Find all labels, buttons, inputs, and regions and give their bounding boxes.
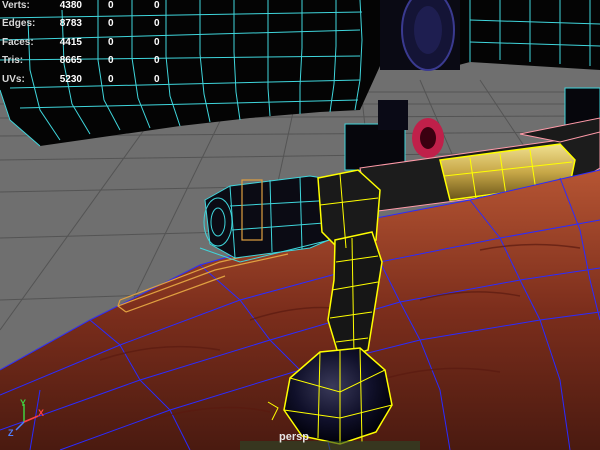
hud-label: Verts:: [2, 0, 30, 11]
3d-viewport[interactable]: Verts: 4380 0 0 Edges: 8783 0 0 Faces: 4…: [0, 0, 600, 450]
hud-row-uvs: UVs: 5230 0 0: [0, 74, 170, 88]
hud-value: 0: [154, 18, 160, 29]
hud-value: 8665: [59, 55, 82, 66]
hud-value: 0: [154, 55, 160, 66]
hud-label: Edges:: [2, 18, 36, 29]
hud-value: 0: [108, 18, 114, 29]
hud-value: 0: [154, 37, 160, 48]
hud-value: 4415: [59, 37, 82, 48]
hud-row-tris: Tris: 8665 0 0: [0, 55, 170, 69]
viewport-bottom-strip: [240, 441, 420, 450]
axis-label-z: Z: [8, 428, 14, 438]
z-axis-line: [15, 421, 25, 431]
hud-row-faces: Faces: 4415 0 0: [0, 37, 170, 51]
hud-value: 5230: [59, 74, 82, 85]
hud-row-edges: Edges: 8783 0 0: [0, 18, 170, 32]
hud-value: 0: [108, 37, 114, 48]
hud-value: 0: [108, 0, 114, 11]
hud-value: 8783: [59, 18, 82, 29]
hud-value: 0: [108, 55, 114, 66]
hud-label: Tris:: [2, 55, 24, 66]
hud-value: 0: [154, 0, 160, 11]
x-axis-line: [23, 415, 39, 423]
hud-value: 0: [108, 74, 114, 85]
hud-row-verts: Verts: 4380 0 0: [0, 0, 170, 14]
axis-label-y: Y: [20, 398, 27, 408]
hud-label: UVs:: [2, 74, 25, 85]
camera-name-label: persp: [279, 431, 309, 443]
hud-value: 0: [154, 74, 160, 85]
hud-value: 4380: [59, 0, 82, 11]
hud-label: Faces:: [2, 37, 34, 48]
axis-label-x: X: [38, 408, 45, 418]
